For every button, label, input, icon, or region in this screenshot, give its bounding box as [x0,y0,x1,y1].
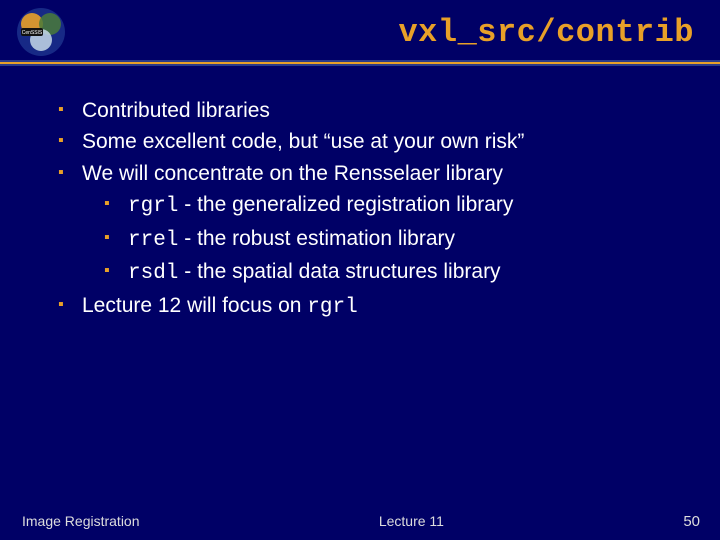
bullet-text: Some excellent code, but “use at your ow… [82,130,524,153]
code-token: rgrl [128,195,178,218]
slide-footer: Image Registration Lecture 11 50 [0,513,720,530]
sub-bullet-item: rgrl - the generalized registration libr… [104,190,690,222]
footer-left: Image Registration [22,513,140,529]
censsis-logo: CenSSIS [12,6,70,58]
code-token: rgrl [307,296,357,319]
bullet-item: We will concentrate on the Rensselaer li… [58,159,690,290]
code-token: rrel [128,229,178,252]
bullet-text: Lecture 12 will focus on [82,294,307,317]
svg-text:CenSSIS: CenSSIS [22,30,43,36]
sub-bullet-list: rgrl - the generalized registration libr… [104,190,690,289]
slide-content: Contributed libraries Some excellent cod… [0,64,720,323]
bullet-text: Contributed libraries [82,99,270,122]
bullet-text: - the robust estimation library [178,227,455,250]
slide-header: CenSSIS vxl_src/contrib [0,0,720,64]
bullet-item: Lecture 12 will focus on rgrl [58,291,690,323]
header-divider [0,60,720,66]
sub-bullet-item: rsdl - the spatial data structures libra… [104,257,690,289]
sub-bullet-item: rrel - the robust estimation library [104,224,690,256]
slide-number: 50 [683,513,700,530]
bullet-item: Contributed libraries [58,96,690,126]
bullet-list: Contributed libraries Some excellent cod… [58,96,690,323]
footer-center: Lecture 11 [140,513,684,529]
code-token: rsdl [128,262,178,285]
bullet-item: Some excellent code, but “use at your ow… [58,127,690,157]
bullet-text: - the spatial data structures library [178,260,500,283]
bullet-text: We will concentrate on the Rensselaer li… [82,162,503,185]
slide-title: vxl_src/contrib [70,14,700,51]
bullet-text: - the generalized registration library [178,193,513,216]
